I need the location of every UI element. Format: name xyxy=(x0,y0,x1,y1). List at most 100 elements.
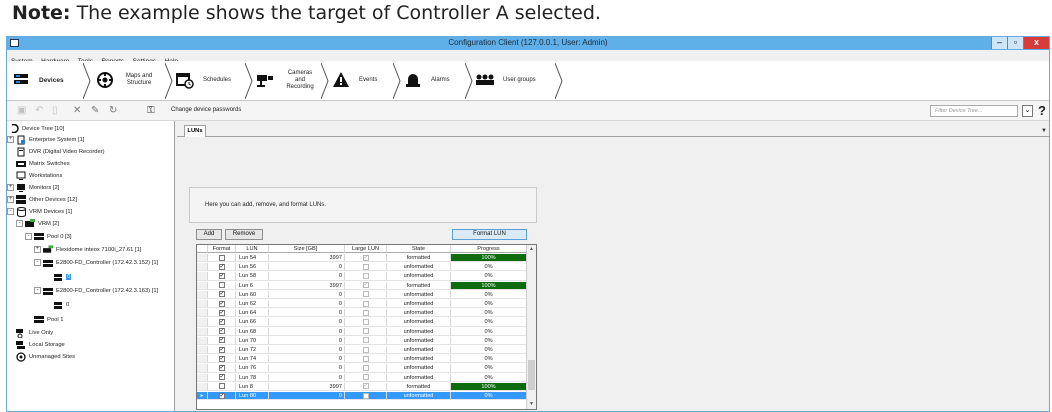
tree-node[interactable]: Local Storage xyxy=(16,339,65,350)
tab-luns[interactable]: LUNs xyxy=(184,125,206,137)
filter-device-tree-input[interactable]: Filter Device Tree... xyxy=(930,105,1018,117)
tree-node[interactable]: DVR (Digital Video Recorder) xyxy=(16,146,105,157)
tree-node[interactable]: Live Only xyxy=(16,327,53,338)
column-header-progress[interactable]: Progress xyxy=(451,245,527,254)
nav-schedules[interactable]: Schedules xyxy=(175,66,231,94)
table-row[interactable]: ✓ Lun 66 0 unformatted 0% xyxy=(197,318,527,327)
remove-button[interactable]: Remove xyxy=(225,229,263,240)
table-vertical-scrollbar[interactable]: ▲ ▼ xyxy=(526,245,536,409)
row-indicator[interactable] xyxy=(197,272,208,281)
change-passwords-label[interactable]: Change device passwords xyxy=(171,107,241,113)
tree-node[interactable]: 0 xyxy=(53,299,69,310)
format-checkbox[interactable]: ✓ xyxy=(218,318,225,325)
nav-user-groups[interactable]: User groups xyxy=(475,66,536,94)
tree-node[interactable]: Device Tree [10] xyxy=(9,123,64,134)
table-row[interactable]: ✓ Lun 64 0 unformatted 0% xyxy=(197,309,527,318)
table-row[interactable]: ✓ Lun 60 0 unformatted 0% xyxy=(197,290,527,300)
scroll-down-icon[interactable]: ▼ xyxy=(527,400,536,409)
column-header-large-lun[interactable]: Large LUN xyxy=(345,245,387,254)
format-checkbox[interactable]: ✓ xyxy=(218,346,225,353)
collapse-icon[interactable]: - xyxy=(7,208,14,215)
table-row[interactable]: ✓ Lun 78 0 unformatted 0% xyxy=(197,373,527,382)
scroll-up-icon[interactable]: ▲ xyxy=(527,245,536,254)
row-indicator[interactable] xyxy=(197,373,208,382)
tree-node[interactable]: + Flexidome inteox 7100i_27.61 [1] xyxy=(34,244,141,255)
format-checkbox[interactable]: ✓ xyxy=(218,291,225,298)
format-checkbox[interactable]: ✓ xyxy=(218,328,225,335)
format-cell[interactable]: ✓ xyxy=(208,300,236,309)
row-indicator[interactable] xyxy=(197,336,208,346)
row-indicator[interactable] xyxy=(197,281,208,290)
format-checkbox[interactable]: ✓ xyxy=(218,374,225,381)
table-row[interactable]: ✓ Lun 72 0 unformatted 0% xyxy=(197,346,527,355)
format-checkbox[interactable] xyxy=(218,282,225,289)
delete-icon[interactable]: ▯ xyxy=(52,105,58,117)
format-checkbox[interactable] xyxy=(218,254,225,261)
format-cell[interactable]: ✓ xyxy=(208,364,236,373)
format-cell[interactable] xyxy=(208,281,236,290)
format-checkbox[interactable]: ✓ xyxy=(218,355,225,362)
table-row[interactable]: ✓ Lun 58 0 unformatted 0% xyxy=(197,272,527,281)
tree-node[interactable]: - E2800-FD_Controller (172.42.3.163) [1] xyxy=(34,285,158,296)
refresh-icon[interactable]: ↻ xyxy=(109,105,117,117)
format-cell[interactable]: ✓ xyxy=(208,355,236,364)
row-indicator[interactable] xyxy=(197,382,208,392)
row-indicator[interactable] xyxy=(197,355,208,364)
column-header-format[interactable]: Format xyxy=(208,245,236,254)
format-cell[interactable]: ✓ xyxy=(208,346,236,355)
tree-node[interactable]: Pool 1 xyxy=(34,314,63,325)
save-icon[interactable]: ▣ xyxy=(17,105,26,117)
table-row[interactable]: Lun 6 3997 ✓ formatted 100% xyxy=(197,281,527,290)
table-row[interactable]: ✓ Lun 74 0 unformatted 0% xyxy=(197,355,527,364)
format-checkbox[interactable]: ✓ xyxy=(218,364,225,371)
collapse-icon[interactable]: - xyxy=(25,233,32,240)
format-cell[interactable]: ✓ xyxy=(208,263,236,272)
close-icon[interactable]: ✕ xyxy=(73,105,81,117)
tree-node[interactable]: - Pool 0 [3] xyxy=(25,231,72,242)
expand-icon[interactable]: + xyxy=(7,196,14,203)
format-cell[interactable]: ✓ xyxy=(208,327,236,336)
row-indicator[interactable] xyxy=(197,364,208,373)
filter-dropdown-icon[interactable]: ⌄ xyxy=(1022,105,1033,117)
collapse-icon[interactable]: - xyxy=(16,220,23,227)
row-indicator[interactable] xyxy=(197,346,208,355)
add-button[interactable]: Add xyxy=(196,229,222,240)
format-cell[interactable]: ✓ xyxy=(208,290,236,300)
format-cell[interactable]: ✓ xyxy=(208,336,236,346)
tree-node[interactable]: - VRM Devices [1] xyxy=(7,206,72,217)
table-row[interactable]: Lun 54 3997 ✓ formatted 100% xyxy=(197,254,527,263)
row-indicator[interactable] xyxy=(197,327,208,336)
format-cell[interactable]: ✓ xyxy=(208,373,236,382)
row-indicator[interactable] xyxy=(197,318,208,327)
table-row[interactable]: ✓ Lun 56 0 unformatted 0% xyxy=(197,263,527,272)
nav-devices[interactable]: Devices xyxy=(11,66,64,94)
format-cell[interactable] xyxy=(208,382,236,392)
table-row[interactable]: ▸ ✓ Lun 80 0 unformatted 0% xyxy=(197,392,527,401)
row-indicator[interactable]: ▸ xyxy=(197,392,208,401)
tree-node[interactable]: - E2800-FD_Controller (172.42.3.152) [1] xyxy=(34,257,158,268)
tab-dropdown-icon[interactable]: ▼ xyxy=(1041,128,1047,134)
tree-node[interactable]: - VRM [2] xyxy=(16,218,59,229)
edit-icon[interactable]: ✎ xyxy=(91,105,99,117)
nav-events[interactable]: Events xyxy=(331,66,377,94)
tree-node[interactable]: + Monitors [2] xyxy=(7,182,59,193)
format-cell[interactable]: ✓ xyxy=(208,272,236,281)
format-checkbox[interactable]: ✓ xyxy=(218,337,225,344)
tree-node[interactable]: + Enterprise System [1] xyxy=(7,134,84,145)
tree-node[interactable]: Unmanaged Sites xyxy=(16,351,75,362)
format-checkbox[interactable]: ✓ xyxy=(218,392,225,399)
format-checkbox[interactable]: ✓ xyxy=(218,309,225,316)
collapse-icon[interactable]: - xyxy=(34,259,41,266)
format-checkbox[interactable]: ✓ xyxy=(218,272,225,279)
expand-icon[interactable]: + xyxy=(7,184,14,191)
format-lun-button[interactable]: Format LUN xyxy=(452,229,527,240)
title-bar[interactable]: Configuration Client (127.0.0.1, User: A… xyxy=(7,37,1049,50)
format-checkbox[interactable]: ✓ xyxy=(218,300,225,307)
table-row[interactable]: Lun 8 3997 ✓ formatted 100% xyxy=(197,382,527,392)
undo-icon[interactable]: ↶ xyxy=(35,105,43,117)
collapse-icon[interactable]: - xyxy=(34,287,41,294)
table-row[interactable]: ✓ Lun 68 0 unformatted 0% xyxy=(197,327,527,336)
nav-alarms[interactable]: Alarms xyxy=(403,66,450,94)
row-indicator[interactable] xyxy=(197,309,208,318)
nav-cameras[interactable]: Cameras and Recording xyxy=(255,66,317,94)
